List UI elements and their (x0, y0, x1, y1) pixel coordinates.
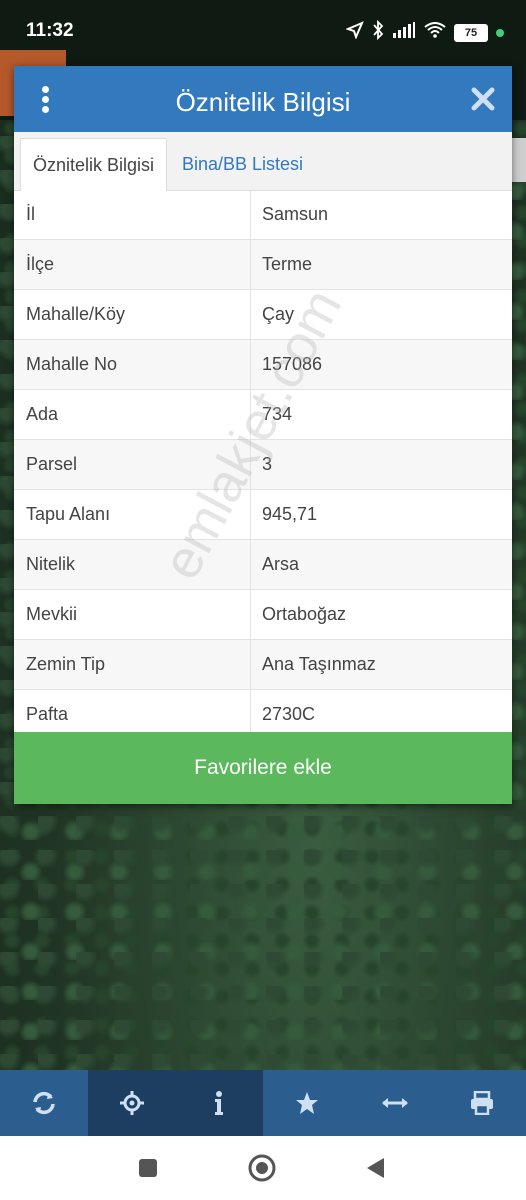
more-dot-icon (42, 96, 49, 103)
more-dot-icon (42, 86, 49, 93)
row-key: Tapu Alanı (26, 504, 111, 524)
row-value: 734 (262, 404, 293, 424)
row-value: Ortaboğaz (262, 604, 347, 624)
table-row: Mahalle No 157086 (14, 340, 512, 390)
row-value: 3 (262, 454, 273, 474)
row-key: Parsel (26, 454, 78, 474)
dialog-tabs: Öznitelik Bilgisi Bina/BB Listesi (14, 132, 512, 191)
print-icon (471, 1091, 494, 1115)
row-value: Çay (262, 304, 295, 324)
table-row: Mahalle/Köy Çay (14, 290, 512, 340)
locate-icon (119, 1091, 144, 1115)
table-row: Mevkii Ortaboğaz (14, 590, 512, 640)
table-row: Nitelik Arsa (14, 540, 512, 590)
recents-icon (139, 1159, 157, 1177)
row-value: Ana Taşınmaz (262, 654, 376, 674)
row-key: İl (26, 204, 35, 224)
table-row: Parsel 3 (14, 440, 512, 490)
info-button[interactable] (175, 1070, 264, 1136)
home-icon (248, 1154, 276, 1182)
measure-icon (381, 1098, 408, 1108)
recents-button[interactable] (132, 1152, 164, 1184)
row-key: Mevkii (26, 604, 78, 624)
add-favorite-button[interactable]: Favorilere ekle (14, 732, 512, 804)
menu-button[interactable] (36, 84, 56, 116)
table-row: Tapu Alanı 945,71 (14, 490, 512, 540)
row-key: Nitelik (26, 554, 76, 574)
battery-icon: 75 (454, 23, 488, 42)
location-icon (345, 21, 364, 44)
row-key: Ada (26, 404, 59, 424)
notification-dot (496, 28, 504, 37)
more-dot-icon (42, 106, 49, 113)
row-value: 157086 (262, 354, 323, 374)
table-row: Zemin Tip Ana Taşınmaz (14, 640, 512, 690)
dialog-title: Öznitelik Bilgisi (175, 87, 351, 117)
status-bar: 11:32 75 (0, 0, 526, 62)
status-icons: 75 (345, 19, 504, 45)
table-row: Ada 734 (14, 390, 512, 440)
refresh-icon (33, 1091, 55, 1115)
info-icon (215, 1091, 224, 1115)
print-button[interactable] (438, 1070, 526, 1136)
home-button[interactable] (246, 1152, 278, 1184)
status-time: 11:32 (26, 20, 74, 41)
row-key: Mahalle/Köy (26, 304, 126, 324)
favorites-button[interactable] (263, 1070, 351, 1136)
table-row: İl Samsun (14, 190, 512, 240)
close-icon (471, 87, 495, 111)
tab-attribute-info[interactable]: Öznitelik Bilgisi (20, 138, 168, 191)
locate-button[interactable] (87, 1070, 176, 1136)
attribute-table: İl Samsun İlçe Terme Mahalle/Köy Çay Mahall… (14, 190, 512, 740)
row-value: Arsa (262, 554, 300, 574)
close-button[interactable] (468, 84, 498, 114)
bluetooth-icon (372, 19, 384, 45)
refresh-button[interactable] (0, 1070, 88, 1136)
star-icon (295, 1092, 318, 1114)
back-button[interactable] (360, 1152, 392, 1184)
bottom-toolbar (0, 1070, 526, 1136)
signal-icon (392, 22, 416, 43)
table-row: İlçe Terme (14, 240, 512, 290)
row-value: Terme (262, 254, 313, 274)
back-icon (367, 1158, 384, 1178)
row-value: 945,71 (262, 504, 318, 524)
system-nav-bar (0, 1136, 526, 1200)
row-key: Zemin Tip (26, 654, 106, 674)
wifi-icon (424, 22, 446, 43)
row-key: Mahalle No (26, 354, 118, 374)
tab-building-list[interactable]: Bina/BB Listesi (170, 138, 315, 190)
row-value: Samsun (262, 204, 329, 224)
row-key: İlçe (26, 254, 55, 274)
map-side-tab[interactable] (512, 138, 526, 182)
dialog-header: Öznitelik Bilgisi (14, 66, 512, 132)
measure-button[interactable] (351, 1070, 439, 1136)
attribute-dialog: Öznitelik Bilgisi Öznitelik Bilgisi Bina… (14, 66, 512, 804)
